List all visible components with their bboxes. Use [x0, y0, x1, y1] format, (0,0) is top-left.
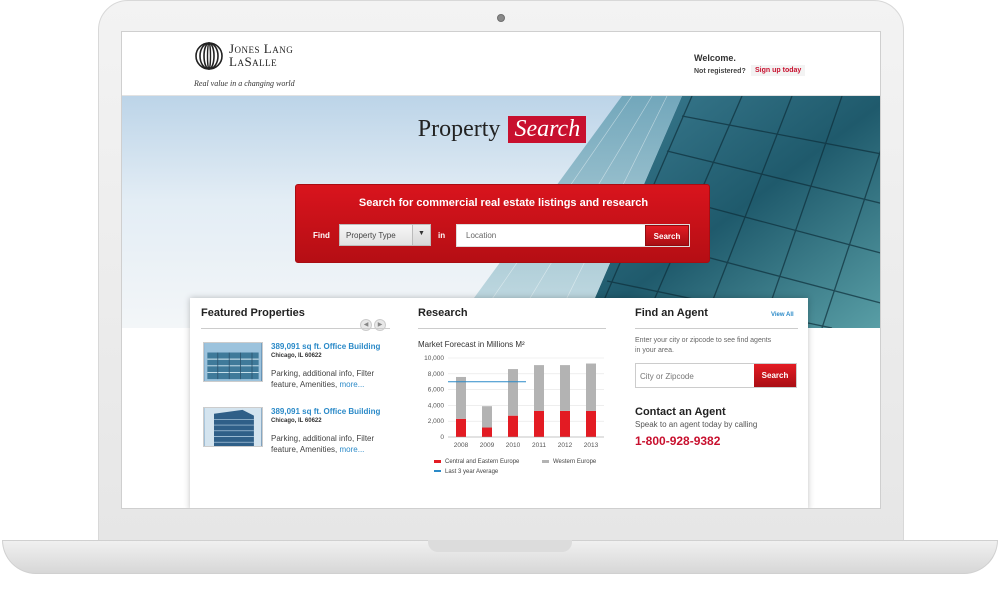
- property-city: Chicago, IL 60622: [271, 418, 322, 424]
- chart-title: Market Forecast in Millions M²: [418, 340, 525, 349]
- y-tick-label: 0: [440, 434, 444, 441]
- x-tick-label: 2011: [532, 442, 546, 449]
- research-title: Research: [418, 307, 468, 319]
- property-item[interactable]: 389,091 sq ft. Office Building Chicago, …: [203, 407, 390, 467]
- chevron-down-icon[interactable]: ▼: [412, 225, 430, 245]
- property-city: Chicago, IL 60622: [271, 353, 322, 359]
- legend-swatch: [434, 470, 441, 473]
- bar-2009-we: [482, 406, 492, 428]
- in-label: in: [438, 231, 446, 240]
- y-tick-label: 4,000: [428, 402, 445, 409]
- find-agent-section: Find an Agent View All Enter your city o…: [635, 307, 798, 448]
- carousel-controls: ◀ ▶: [360, 313, 390, 331]
- legend-item-avg: Last 3 year Average: [434, 469, 498, 475]
- legend-row: Central and Eastern Europe Western Europ…: [434, 459, 614, 469]
- research-section: Research Market Forecast in Millions M² …: [418, 307, 606, 475]
- contact-agent-title: Contact an Agent: [635, 406, 726, 418]
- view-all-link[interactable]: View All: [771, 312, 794, 318]
- legend-swatch: [434, 459, 441, 463]
- property-desc: Parking, additional info, Filter feature…: [271, 433, 391, 455]
- bar-2009-cee: [482, 427, 492, 437]
- zipcode-placeholder: City or Zipcode: [640, 372, 694, 381]
- welcome-text: Welcome.: [694, 53, 736, 63]
- x-tick-label: 2010: [506, 442, 521, 449]
- legend-item-we: Western Europe: [542, 459, 596, 465]
- legend-label: Last 3 year Average: [445, 469, 499, 475]
- logo-icon: [195, 42, 223, 70]
- bar-2012-cee: [560, 410, 570, 437]
- next-arrow-icon[interactable]: ▶: [374, 319, 386, 331]
- prev-arrow-icon[interactable]: ◀: [360, 319, 372, 331]
- title-plain: Property: [417, 116, 501, 142]
- bar-2013-cee: [586, 410, 596, 437]
- y-tick-label: 6,000: [428, 387, 445, 394]
- not-registered-text: Not registered?: [694, 68, 746, 75]
- property-type-value: Property Type: [346, 231, 396, 240]
- x-tick-label: 2008: [454, 442, 469, 449]
- bar-2011-cee: [534, 410, 544, 437]
- y-tick-label: 2,000: [428, 418, 445, 425]
- bar-2013-we: [586, 363, 596, 411]
- divider: [201, 328, 390, 329]
- divider: [418, 328, 606, 329]
- legend-swatch: [542, 459, 549, 463]
- zipcode-input[interactable]: City or Zipcode Search: [635, 363, 797, 388]
- divider: [635, 328, 798, 329]
- contact-agent-text: Speak to an agent today by calling: [635, 420, 758, 429]
- more-link[interactable]: more...: [340, 380, 365, 389]
- property-image[interactable]: [203, 407, 263, 447]
- site-header: Jones Lang LaSalle Real value in a chang…: [122, 32, 880, 96]
- bar-2011-we: [534, 365, 544, 411]
- x-tick-label: 2009: [480, 442, 495, 449]
- property-item[interactable]: 389,091 sq ft. Office Building Chicago, …: [203, 342, 390, 402]
- agent-search-button[interactable]: Search: [754, 364, 796, 387]
- tagline: Real value in a changing world: [194, 79, 295, 88]
- property-image[interactable]: [203, 342, 263, 382]
- bar-2010-we: [508, 369, 518, 416]
- legend-item-cee: Central and Eastern Europe: [434, 459, 519, 465]
- bar-2008-we: [456, 376, 466, 419]
- x-tick-label: 2013: [584, 442, 599, 449]
- browser-screen: Jones Lang LaSalle Real value in a chang…: [121, 31, 881, 509]
- chart-legend: Central and Eastern Europe Western Europ…: [434, 459, 614, 479]
- search-button[interactable]: Search: [645, 225, 689, 246]
- laptop-notch: [428, 540, 572, 552]
- bar-2008-cee: [456, 418, 466, 437]
- bar-2012-we: [560, 365, 570, 411]
- page-title: Property Search: [122, 116, 880, 143]
- legend-label: Western Europe: [553, 459, 597, 465]
- search-panel: Search for commercial real estate listin…: [295, 184, 710, 263]
- logo-text[interactable]: Jones Lang LaSalle: [229, 42, 293, 68]
- property-type-select[interactable]: Property Type ▼: [339, 224, 431, 246]
- camera-icon: [497, 14, 505, 22]
- x-tick-label: 2012: [558, 442, 573, 449]
- find-label: Find: [313, 231, 330, 240]
- property-title-link[interactable]: 389,091 sq ft. Office Building: [271, 407, 380, 416]
- legend-label: Central and Eastern Europe: [445, 459, 520, 465]
- property-title-link[interactable]: 389,091 sq ft. Office Building: [271, 342, 380, 351]
- phone-number-link[interactable]: 1-800-928-9382: [635, 434, 720, 448]
- search-heading: Search for commercial real estate listin…: [358, 197, 649, 209]
- logo-line-2: LaSalle: [229, 54, 278, 69]
- title-highlight: Search: [508, 116, 587, 143]
- market-forecast-chart: 0 2,000 4,000 6,000 8,000 10,000 2008 2009 2010 2…: [424, 355, 604, 449]
- content-panel: Featured Properties ◀ ▶ 389,091 sq ft. Of…: [190, 298, 808, 508]
- featured-properties: Featured Properties ◀ ▶ 389,091 sq ft. Of…: [201, 307, 390, 454]
- more-link[interactable]: more...: [340, 445, 365, 454]
- signup-link[interactable]: Sign up today: [751, 65, 806, 76]
- property-desc: Parking, additional info, Filter feature…: [271, 368, 391, 390]
- legend-row: Last 3 year Average: [434, 469, 614, 479]
- y-tick-label: 8,000: [428, 371, 445, 378]
- agent-instructions: Enter your city or zipcode to see find a…: [635, 337, 772, 354]
- bar-2010-cee: [508, 415, 518, 437]
- y-tick-label: 10,000: [424, 355, 444, 362]
